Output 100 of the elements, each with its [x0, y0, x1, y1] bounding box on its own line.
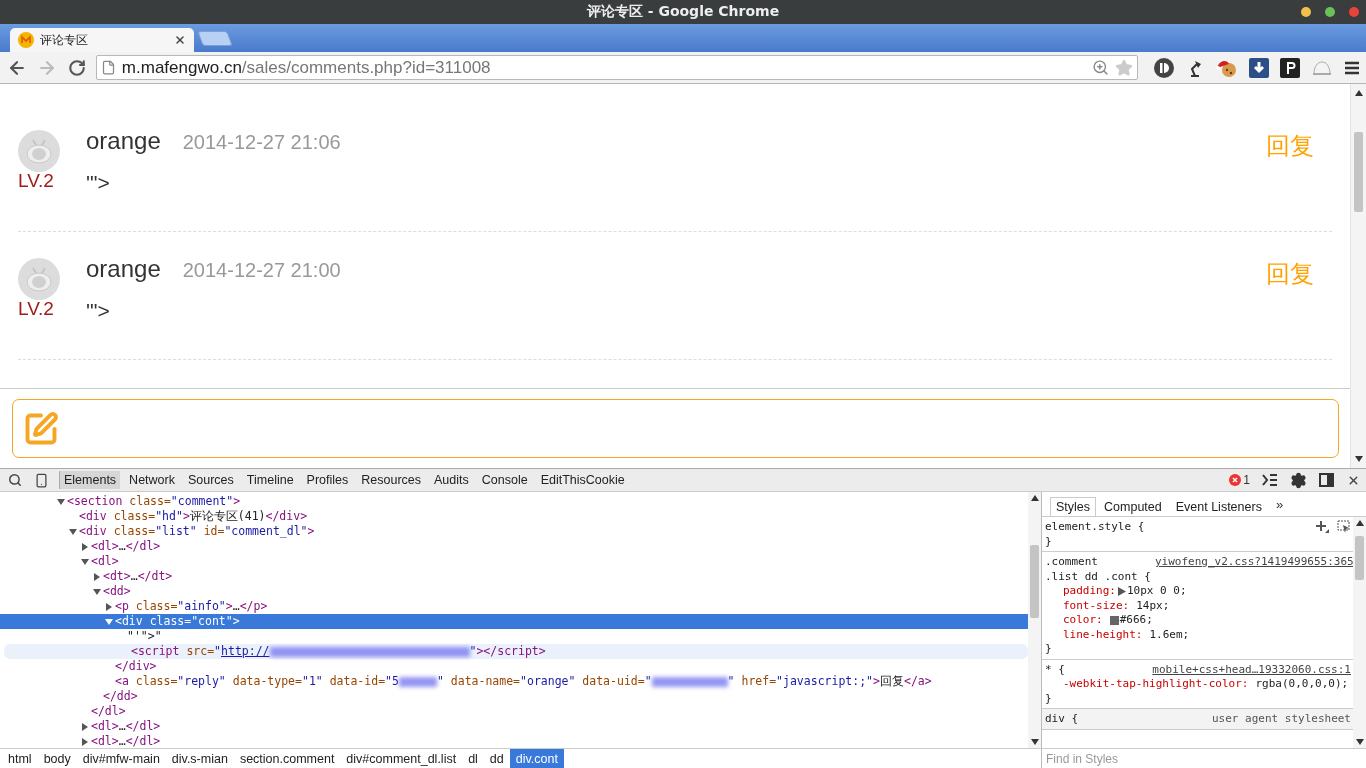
- scroll-down-icon[interactable]: [1354, 456, 1363, 462]
- comment-text: '">: [86, 171, 111, 195]
- color-swatch[interactable]: [1109, 615, 1119, 625]
- search-icon[interactable]: [8, 473, 22, 487]
- dark-square-icon[interactable]: [1280, 57, 1300, 78]
- dom-code: </dl>: [91, 704, 126, 719]
- dom-row[interactable]: <div class="list" id="comment_dl">: [0, 524, 1028, 539]
- collapsed-triangle-icon[interactable]: [105, 602, 113, 611]
- property-value: #666;: [1119, 613, 1153, 628]
- stylesheet-link[interactable]: mobile+css+head…19332060.css:1: [1152, 662, 1351, 677]
- css-selector: * {: [1045, 662, 1065, 677]
- scroll-up-icon[interactable]: [1354, 90, 1363, 96]
- dom-code: </dd>: [103, 689, 138, 704]
- close-button[interactable]: [1349, 7, 1359, 17]
- dom-row[interactable]: <dt>…</dt>: [0, 569, 1028, 584]
- devtools-tab[interactable]: Network: [124, 471, 179, 489]
- expanded-triangle-icon[interactable]: [81, 557, 89, 566]
- stylesheet-link[interactable]: yiwofeng_v2.css?1419499655:365: [1154, 555, 1353, 584]
- browser-tab[interactable]: 评论专区: [10, 28, 194, 52]
- devtools-tab[interactable]: Audits: [429, 471, 473, 489]
- minimize-button[interactable]: [1301, 7, 1311, 17]
- styles-tab[interactable]: Event Listeners: [1169, 497, 1268, 516]
- scroll-down-icon[interactable]: [1030, 739, 1039, 745]
- collapsed-triangle-icon[interactable]: [93, 572, 101, 581]
- phone-icon[interactable]: [34, 472, 49, 488]
- address-bar[interactable]: m.mafengwo.cn/sales/comments.php?id=311008: [95, 55, 1138, 80]
- maximize-button[interactable]: [1325, 7, 1335, 17]
- scroll-thumb[interactable]: [1355, 536, 1364, 580]
- breadcrumb[interactable]: dd: [483, 749, 510, 768]
- breadcrumb[interactable]: html: [2, 749, 38, 768]
- scroll-up-icon[interactable]: [1030, 495, 1039, 501]
- settings-icon[interactable]: [1290, 471, 1307, 489]
- collapsed-triangle-icon[interactable]: [81, 737, 89, 746]
- devtools-tab[interactable]: Console: [476, 471, 532, 489]
- scroll-thumb[interactable]: [1030, 545, 1039, 618]
- devtools-tab[interactable]: Timeline: [241, 471, 298, 489]
- scroll-up-icon[interactable]: [1355, 520, 1364, 526]
- collapsed-triangle-icon[interactable]: [81, 722, 89, 731]
- devtools-tab[interactable]: Elements: [59, 471, 121, 489]
- breadcrumb[interactable]: div.cont: [509, 749, 564, 768]
- close-icon[interactable]: [174, 34, 186, 46]
- dom-code: <script src="http:// "></script>: [131, 644, 546, 659]
- star-icon[interactable]: [1115, 58, 1133, 77]
- expanded-triangle-icon[interactable]: [57, 497, 65, 506]
- more-tabs-button[interactable]: »: [1275, 497, 1284, 512]
- comment-time: 2014-12-27 21:00: [182, 259, 341, 282]
- comment-time: 2014-12-27 21:06: [182, 131, 341, 154]
- console-drawer-icon[interactable]: [1262, 473, 1278, 487]
- dom-row[interactable]: <a class="reply" data-type="1" data-id="5 " data-name="orange" data-uid=" " href="javascript:;">回复</a>: [0, 674, 1028, 689]
- dom-row[interactable]: <dl>: [0, 554, 1028, 569]
- scrollbar[interactable]: [1353, 517, 1366, 748]
- rule-brace: }: [1045, 534, 1052, 548]
- error-count[interactable]: 1: [1243, 473, 1250, 487]
- dom-row[interactable]: <dl>…</dl>: [0, 719, 1028, 734]
- compose-field[interactable]: [12, 399, 1339, 458]
- circle-extension-icon[interactable]: [1154, 57, 1174, 78]
- plus-icon[interactable]: [1315, 520, 1329, 534]
- rule-brace: }: [1045, 642, 1052, 655]
- expanded-triangle-icon[interactable]: [105, 617, 113, 626]
- styles-tab[interactable]: Computed: [1098, 497, 1168, 516]
- dom-row[interactable]: <script src="http:// "></script>: [4, 644, 1028, 659]
- dom-row[interactable]: <div class="hd">评论专区(41)</div>: [0, 509, 1028, 524]
- expanded-triangle-icon[interactable]: [69, 527, 77, 536]
- tab-title: 评论专区: [40, 31, 89, 49]
- dom-row[interactable]: <p class="ainfo">…</p>: [0, 599, 1028, 614]
- dom-row[interactable]: <section class="comment">: [0, 494, 1028, 509]
- expand-triangle-icon[interactable]: [1118, 586, 1126, 596]
- styles-tab[interactable]: Styles: [1050, 497, 1097, 516]
- devtools-tab[interactable]: Resources: [356, 471, 426, 489]
- dock-icon[interactable]: [1319, 473, 1335, 487]
- scroll-thumb[interactable]: [1354, 132, 1363, 212]
- breadcrumb[interactable]: section.comment: [233, 749, 341, 768]
- filter-field[interactable]: Find in Styles: [1042, 748, 1366, 768]
- comment-text: '">: [86, 299, 111, 323]
- breadcrumb[interactable]: div#mfw-main: [76, 749, 166, 768]
- devtools-tab[interactable]: Sources: [182, 471, 238, 489]
- scroll-down-icon[interactable]: [1355, 739, 1364, 745]
- breadcrumb[interactable]: div.s-mian: [165, 749, 234, 768]
- dom-row[interactable]: <dl>…</dl>: [0, 539, 1028, 554]
- collapsed-triangle-icon[interactable]: [81, 542, 89, 551]
- element-state-icon[interactable]: [1337, 520, 1351, 534]
- download-icon[interactable]: [1249, 57, 1269, 78]
- error-icon[interactable]: [1229, 474, 1242, 486]
- breadcrumb[interactable]: dl: [462, 749, 484, 768]
- scrollbar[interactable]: [1350, 84, 1366, 468]
- expanded-triangle-icon[interactable]: [93, 587, 101, 596]
- devtools-tab[interactable]: EditThisCookie: [535, 471, 629, 489]
- breadcrumb[interactable]: body: [37, 749, 77, 768]
- dom-row[interactable]: <dl>…</dl>: [0, 734, 1028, 748]
- dom-row[interactable]: <div class="cont">: [0, 614, 1028, 629]
- dom-code: "'">": [127, 629, 162, 644]
- scrollbar[interactable]: [1028, 492, 1041, 748]
- dom-code: <p class="ainfo">…</p>: [115, 599, 268, 614]
- zoom-icon[interactable]: [1092, 59, 1109, 76]
- dom-row[interactable]: <dd>: [0, 584, 1028, 599]
- property-name: color:: [1063, 613, 1103, 628]
- menu-icon[interactable]: [1344, 59, 1360, 76]
- dom-row[interactable]: "'">": [0, 629, 1028, 644]
- breadcrumb[interactable]: div#comment_dl.list: [340, 749, 463, 768]
- devtools-tab[interactable]: Profiles: [301, 471, 353, 489]
